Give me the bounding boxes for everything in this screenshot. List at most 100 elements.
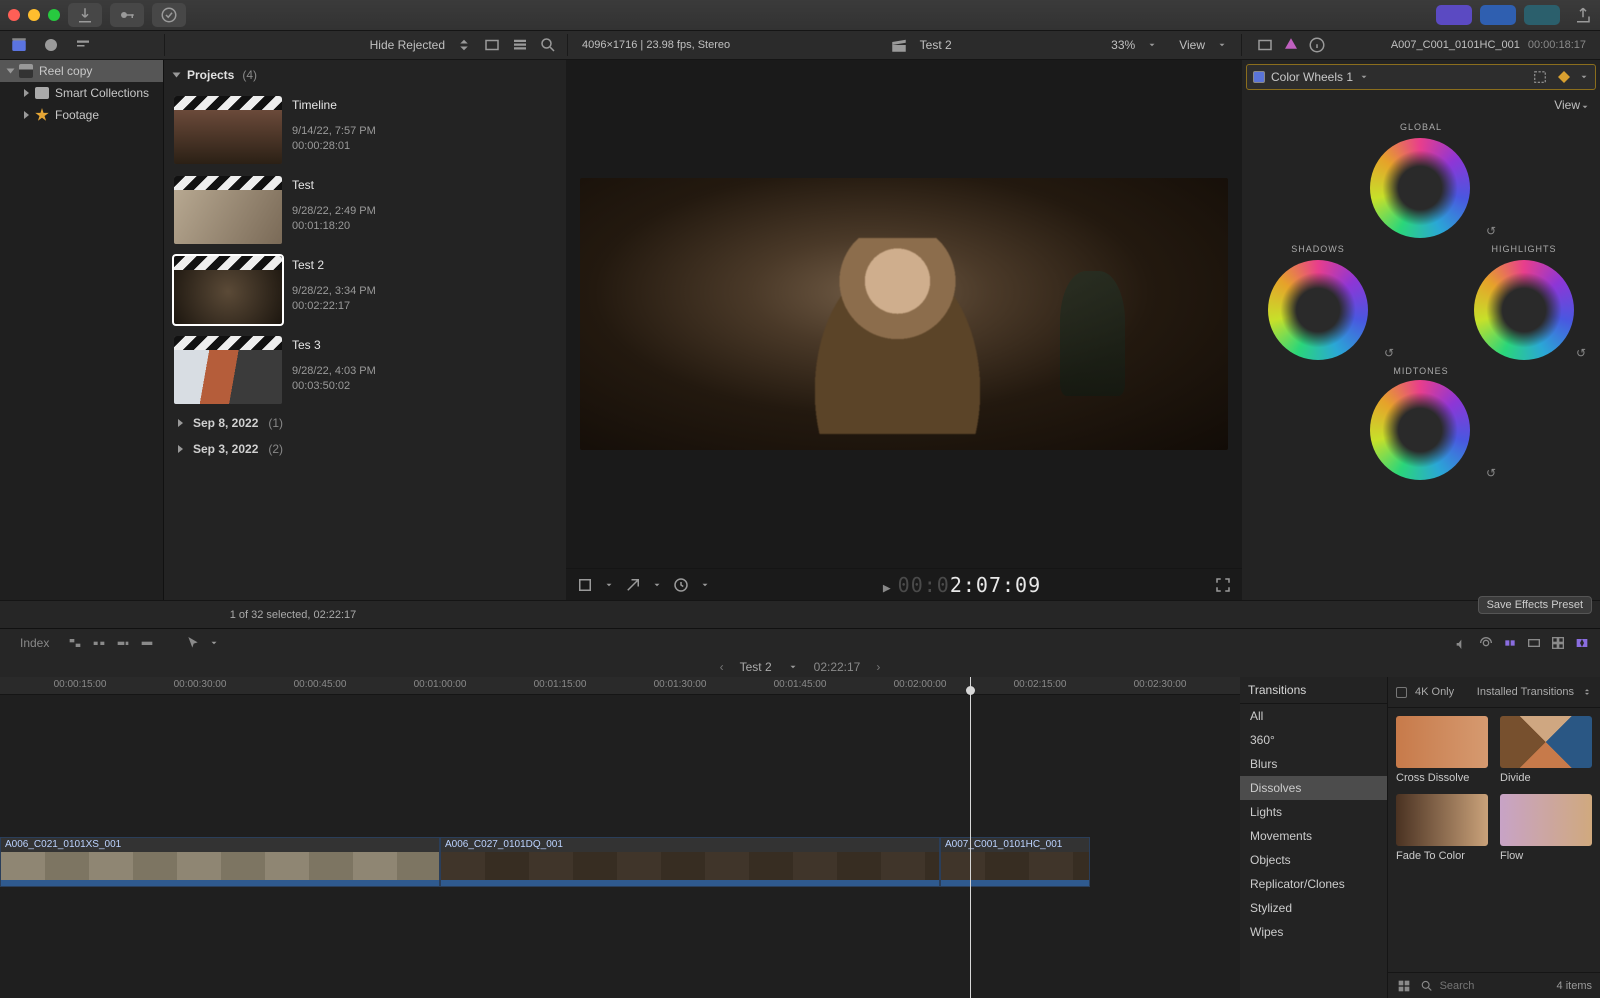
workspace-button-2[interactable] (1480, 5, 1516, 25)
playhead[interactable] (970, 677, 971, 998)
project-item[interactable]: Timeline 9/14/22, 7:57 PM 00:00:28:01 (170, 90, 560, 170)
project-item[interactable]: Test 9/28/22, 2:49 PM 00:01:18:20 (170, 170, 560, 250)
browser-group-row[interactable]: Sep 3, 2022 (2) (170, 436, 560, 462)
effects-category[interactable]: 360° (1240, 728, 1387, 752)
effect-name[interactable]: Color Wheels 1 (1271, 70, 1353, 84)
chevron-down-icon[interactable] (1147, 36, 1157, 54)
chevron-down-icon[interactable] (1579, 68, 1589, 86)
effects-category[interactable]: Blurs (1240, 752, 1387, 776)
background-tasks-button[interactable] (152, 3, 186, 27)
effect-enable-checkbox[interactable] (1253, 71, 1265, 83)
grid-view-icon[interactable] (1396, 978, 1412, 994)
effect-item[interactable]: Cross Dissolve (1396, 716, 1488, 784)
effects-browser-icon[interactable] (1550, 635, 1566, 651)
library-icon[interactable] (10, 36, 28, 54)
share-icon[interactable] (1574, 6, 1592, 24)
transform-tool-icon[interactable] (576, 576, 594, 594)
installed-transitions-menu[interactable]: Installed Transitions (1477, 686, 1574, 698)
fullscreen-icon[interactable] (1214, 576, 1232, 594)
effect-header[interactable]: Color Wheels 1 (1246, 64, 1596, 90)
transitions-browser-icon[interactable] (1574, 635, 1590, 651)
disclosure-triangle-icon[interactable] (178, 445, 183, 453)
keyframe-icon[interactable] (1555, 68, 1573, 86)
history-back-icon[interactable]: ‹ (720, 660, 724, 674)
arrow-tool-icon[interactable] (185, 635, 201, 651)
clip-appearance-icon[interactable] (483, 36, 501, 54)
browser-group-row[interactable]: Sep 8, 2022 (1) (170, 410, 560, 436)
disclosure-triangle-icon[interactable] (178, 419, 183, 427)
traffic-lights[interactable] (8, 9, 60, 21)
connect-clip-icon[interactable] (67, 635, 83, 651)
disclosure-triangle-icon[interactable] (24, 89, 29, 97)
photos-icon[interactable] (42, 36, 60, 54)
history-forward-icon[interactable]: › (876, 660, 880, 674)
video-inspector-icon[interactable] (1256, 36, 1274, 54)
retime-tool-icon[interactable] (672, 576, 690, 594)
keyword-button[interactable] (110, 3, 144, 27)
disclosure-triangle-icon[interactable] (24, 111, 29, 119)
zoom-window[interactable] (48, 9, 60, 21)
effect-item[interactable]: Divide (1500, 716, 1592, 784)
list-view-icon[interactable] (511, 36, 529, 54)
lane-icon[interactable] (1526, 635, 1542, 651)
chevron-down-icon[interactable] (1580, 98, 1590, 116)
project-list[interactable]: Timeline 9/14/22, 7:57 PM 00:00:28:01 Te… (164, 90, 566, 600)
effects-category[interactable]: Replicator/Clones (1240, 872, 1387, 896)
solo-icon[interactable] (1478, 635, 1494, 651)
zoom-level[interactable]: 33% (1111, 38, 1135, 52)
clips-row[interactable]: A006_C021_0101XS_001A006_C027_0101DQ_001… (0, 837, 1090, 887)
titles-icon[interactable] (74, 36, 92, 54)
sidebar-item-library[interactable]: Reel copy (0, 60, 163, 82)
timeline-ruler[interactable]: 00:00:15:0000:00:30:0000:00:45:0000:01:0… (0, 677, 1240, 695)
workspace-button-1[interactable] (1436, 5, 1472, 25)
reset-icon[interactable]: ↺ (1486, 466, 1500, 480)
append-clip-icon[interactable] (115, 635, 131, 651)
color-inspector-icon[interactable] (1282, 36, 1300, 54)
disclosure-triangle-icon[interactable] (7, 69, 15, 74)
workspace-button-3[interactable] (1524, 5, 1560, 25)
effects-category[interactable]: Objects (1240, 848, 1387, 872)
timeline-clip[interactable]: A007_C001_0101HC_001 (940, 837, 1090, 887)
chevron-down-icon[interactable] (700, 576, 710, 594)
effects-category[interactable]: Movements (1240, 824, 1387, 848)
search-icon[interactable] (539, 36, 557, 54)
reset-icon[interactable]: ↺ (1576, 346, 1590, 360)
timeline-title[interactable]: Test 2 (740, 660, 772, 674)
viewer-clip-name[interactable]: Test 2 (920, 38, 952, 52)
import-button[interactable] (68, 3, 102, 27)
chevron-down-icon[interactable] (604, 576, 614, 594)
sidebar-item-smart-collections[interactable]: Smart Collections (0, 82, 163, 104)
close-window[interactable] (8, 9, 20, 21)
browser-header[interactable]: Projects (4) (164, 60, 566, 90)
hide-rejected-button[interactable]: Hide Rejected (370, 38, 445, 52)
updown-icon[interactable] (1582, 683, 1592, 701)
insert-clip-icon[interactable] (91, 635, 107, 651)
skimming-icon[interactable] (1430, 635, 1446, 651)
reset-icon[interactable]: ↺ (1486, 224, 1500, 238)
project-item[interactable]: Test 2 9/28/22, 3:34 PM 00:02:22:17 (170, 250, 560, 330)
reset-icon[interactable]: ↺ (1384, 346, 1398, 360)
sidebar-item-footage[interactable]: Footage (0, 104, 163, 126)
overwrite-clip-icon[interactable] (139, 635, 155, 651)
save-effects-preset-button[interactable]: Save Effects Preset (1478, 596, 1592, 614)
viewer-canvas[interactable] (566, 60, 1242, 568)
color-wheel-midtones[interactable] (1370, 380, 1470, 480)
color-wheel-highlights[interactable] (1474, 260, 1574, 360)
color-wheel-shadows[interactable] (1268, 260, 1368, 360)
snapping-icon[interactable] (1502, 635, 1518, 651)
chevron-down-icon[interactable] (652, 576, 662, 594)
timeline-clip[interactable]: A006_C021_0101XS_001 (0, 837, 440, 887)
mask-icon[interactable] (1531, 68, 1549, 86)
effects-grid[interactable]: Cross DissolveDivideFade To ColorFlow (1388, 708, 1600, 972)
info-inspector-icon[interactable] (1308, 36, 1326, 54)
audio-skimming-icon[interactable] (1454, 635, 1470, 651)
effects-category[interactable]: Lights (1240, 800, 1387, 824)
effects-category[interactable]: Stylized (1240, 896, 1387, 920)
viewer-timecode[interactable]: ▶00:02:07:09 (720, 573, 1204, 597)
chevron-down-icon[interactable] (1217, 36, 1227, 54)
minimize-window[interactable] (28, 9, 40, 21)
effects-category[interactable]: Dissolves (1240, 776, 1387, 800)
updown-icon[interactable] (455, 36, 473, 54)
play-icon[interactable]: ▶ (883, 581, 892, 596)
view-menu[interactable]: View (1179, 38, 1205, 52)
